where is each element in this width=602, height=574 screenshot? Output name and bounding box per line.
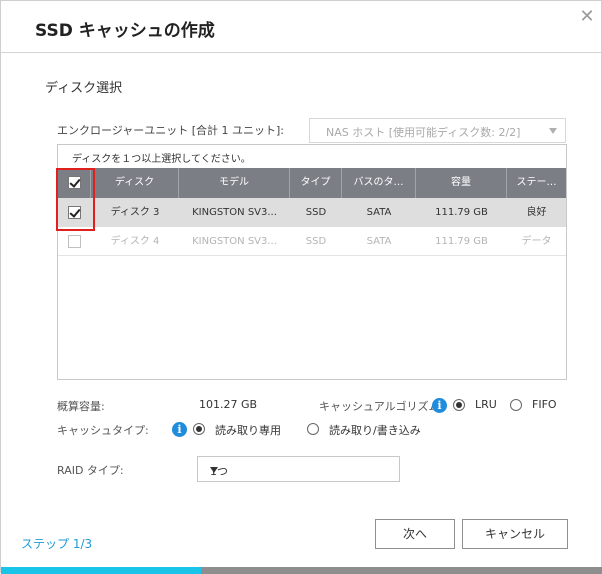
cache-type-option-readonly[interactable]: 読み取り専用 [215,422,281,438]
column-header-model[interactable]: モデル [179,168,290,198]
chevron-down-icon [549,128,557,134]
dialog-title: SSD キャッシュの作成 [35,21,215,41]
enclosure-select[interactable]: NAS ホスト [使用可能ディスク数: 2/2] [309,118,566,143]
row-checkbox[interactable] [68,235,81,248]
info-icon[interactable]: i [172,422,187,437]
section-title: ディスク選択 [45,81,123,96]
dialog-titlebar: SSD キャッシュの作成 ✕ [1,1,601,53]
capacity-value: 101.27 GB [199,398,258,411]
cache-type-label: キャッシュタイプ: [57,424,149,437]
algorithm-option-fifo[interactable]: FIFO [532,398,557,411]
disk-status: データ [521,236,552,247]
disk-status: 良好 [526,207,547,218]
info-icon[interactable]: i [432,398,447,413]
disk-name: ディスク 3 [110,207,160,218]
disk-model: KINGSTON SV3... [192,207,277,218]
raid-type-label: RAID タイプ: [57,464,124,477]
raid-type-select[interactable]: 1つ [197,456,400,482]
cache-type-radio-readwrite[interactable] [307,423,319,435]
disk-bus: SATA [366,236,392,247]
column-header-bus[interactable]: バスのタ… [342,168,416,198]
cache-type-option-readwrite[interactable]: 読み取り/書き込み [329,422,421,438]
enclosure-select-value: NAS ホスト [使用可能ディスク数: 2/2] [326,126,521,139]
column-header-status[interactable]: ステー… [507,168,566,198]
disk-capacity: 111.79 GB [435,207,488,218]
algorithm-option-lru[interactable]: LRU [475,398,497,411]
step-indicator: ステップ 1/3 [21,537,93,551]
next-button[interactable]: 次へ [375,519,455,549]
disk-model: KINGSTON SV3... [192,236,277,247]
disk-name: ディスク 4 [110,236,160,247]
chevron-down-icon [210,467,218,473]
algorithm-radio-lru[interactable] [453,399,465,411]
close-icon[interactable]: ✕ [577,7,597,27]
table-row: ディスク 4 KINGSTON SV3... SSD SATA 111.79 G… [58,227,566,256]
column-header-capacity[interactable]: 容量 [416,168,507,198]
disk-capacity: 111.79 GB [435,236,488,247]
table-row[interactable]: ディスク 3 KINGSTON SV3... SSD SATA 111.79 G… [58,198,566,227]
algorithm-label: キャッシュアルゴリズム: [319,400,444,413]
disk-type: SSD [305,207,327,218]
checkbox-highlight-box [56,168,95,231]
column-header-type[interactable]: タイプ [290,168,342,198]
capacity-label: 概算容量: [57,400,105,413]
disk-table-header: ディスク モデル タイプ バスのタ… 容量 ステー… [58,168,566,198]
disk-selection-hint: ディスクを１つ以上選択してください。 [72,154,251,165]
algorithm-radio-fifo[interactable] [510,399,522,411]
disk-table-panel: ディスクを１つ以上選択してください。 ディスク モデル タイプ バスのタ… 容量… [57,144,567,380]
disk-bus: SATA [366,207,392,218]
column-header-disk[interactable]: ディスク [91,168,179,198]
cache-type-radio-readonly[interactable] [193,423,205,435]
enclosure-label: エンクロージャーユニット [合計 1 ユニット]: [57,124,285,137]
disk-type: SSD [305,236,327,247]
cancel-button[interactable]: キャンセル [462,519,568,549]
ssd-cache-dialog: SSD キャッシュの作成 ✕ ディスク選択 エンクロージャーユニット [合計 1… [0,0,602,574]
